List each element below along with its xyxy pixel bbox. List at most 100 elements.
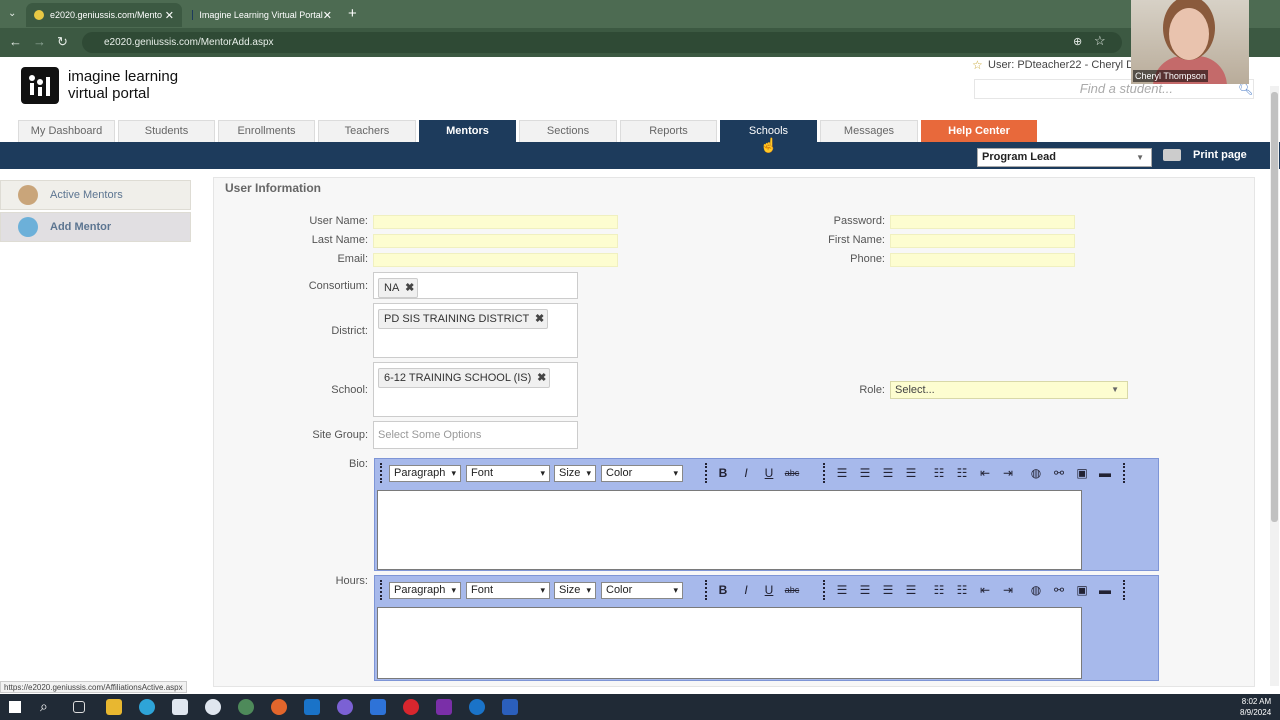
windows-start-icon[interactable]	[9, 701, 21, 713]
numbered-list-icon[interactable]: ☷	[953, 465, 971, 482]
justify-icon[interactable]: ☰	[902, 465, 920, 482]
sidebar-item-active-mentors[interactable]: Active Mentors	[0, 180, 191, 210]
outdent-icon[interactable]: ⇤	[976, 582, 994, 599]
back-icon[interactable]: ←	[9, 34, 22, 49]
taskbar-clock[interactable]: 8:02 AM 8/9/2024	[1240, 696, 1271, 718]
strikethrough-button[interactable]: abc	[783, 465, 801, 482]
firstname-input[interactable]	[890, 234, 1075, 248]
teams-icon[interactable]	[337, 699, 353, 715]
tab-search-icon[interactable]: ⌄	[8, 8, 16, 19]
onenote-icon[interactable]	[436, 699, 452, 715]
hours-textarea[interactable]	[377, 607, 1082, 679]
url-field[interactable]: e2020.geniussis.com/MentorAdd.aspx	[82, 32, 1122, 53]
align-left-icon[interactable]: ☰	[833, 582, 851, 599]
close-tab-icon[interactable]: ✕	[165, 9, 174, 22]
bold-button[interactable]: B	[714, 465, 732, 482]
link-icon[interactable]: ◍	[1027, 465, 1045, 482]
outdent-icon[interactable]: ⇤	[976, 465, 994, 482]
bold-button[interactable]: B	[714, 582, 732, 599]
forward-icon[interactable]: →	[33, 34, 46, 49]
image-icon[interactable]: ▣	[1073, 582, 1091, 599]
color-select[interactable]: Color ▾	[601, 582, 683, 599]
edge-icon[interactable]	[139, 699, 155, 715]
unlink-icon[interactable]: ⚯	[1050, 582, 1068, 599]
task-view-icon[interactable]	[73, 701, 85, 713]
indent-icon[interactable]: ⇥	[999, 465, 1017, 482]
align-right-icon[interactable]: ☰	[879, 582, 897, 599]
page-scrollbar-thumb[interactable]	[1271, 92, 1278, 522]
remove-chip-icon[interactable]: ✖	[537, 369, 546, 387]
tab-reports[interactable]: Reports	[620, 120, 717, 142]
app-icon[interactable]	[370, 699, 386, 715]
district-multiselect[interactable]: PD SIS TRAINING DISTRICT ✖	[373, 303, 578, 358]
outlook-icon[interactable]	[304, 699, 320, 715]
indent-icon[interactable]: ⇥	[999, 582, 1017, 599]
size-select[interactable]: Size ▾	[554, 582, 596, 599]
chrome-active-icon[interactable]	[238, 699, 254, 715]
remove-chip-icon[interactable]: ✖	[535, 310, 544, 328]
bio-textarea[interactable]	[377, 490, 1082, 570]
numbered-list-icon[interactable]: ☷	[953, 582, 971, 599]
chrome-icon[interactable]	[205, 699, 221, 715]
username-input[interactable]	[373, 215, 618, 229]
italic-button[interactable]: I	[737, 582, 755, 599]
reload-icon[interactable]: ↻	[57, 34, 68, 50]
tab-messages[interactable]: Messages	[820, 120, 918, 142]
sitegroup-multiselect[interactable]: Select Some Options	[373, 421, 578, 449]
unlink-icon[interactable]: ⚯	[1050, 465, 1068, 482]
bullet-list-icon[interactable]: ☷	[930, 582, 948, 599]
school-multiselect[interactable]: 6-12 TRAINING SCHOOL (IS) ✖	[373, 362, 578, 417]
print-page-button[interactable]: Print page	[1163, 149, 1247, 162]
role-select[interactable]: Select... ▼	[890, 381, 1128, 399]
justify-icon[interactable]: ☰	[902, 582, 920, 599]
bullet-list-icon[interactable]: ☷	[930, 465, 948, 482]
font-select[interactable]: Font ▾	[466, 582, 550, 599]
sidebar-item-add-mentor[interactable]: Add Mentor	[0, 212, 191, 242]
new-tab-button[interactable]: +	[348, 5, 357, 22]
link-icon[interactable]: ◍	[1027, 582, 1045, 599]
outlook-alt-icon[interactable]	[469, 699, 485, 715]
password-input[interactable]	[890, 215, 1075, 229]
bookmark-star-icon[interactable]: ☆	[1094, 33, 1106, 49]
close-tab-icon[interactable]: ✕	[323, 9, 332, 22]
acrobat-icon[interactable]	[403, 699, 419, 715]
firefox-icon[interactable]	[271, 699, 287, 715]
zoom-icon[interactable]: ⊕	[1073, 35, 1082, 48]
tab-mentors[interactable]: Mentors	[419, 120, 516, 142]
program-role-select[interactable]: Program Lead ▼	[977, 148, 1152, 167]
underline-button[interactable]: U	[760, 582, 778, 599]
align-right-icon[interactable]: ☰	[879, 465, 897, 482]
search-icon[interactable]: ⌕	[40, 698, 48, 715]
browser-tab-mentoradd[interactable]: e2020.geniussis.com/MentorA ✕	[26, 3, 182, 27]
tab-students[interactable]: Students	[118, 120, 215, 142]
underline-button[interactable]: U	[760, 465, 778, 482]
tab-help-center[interactable]: Help Center	[921, 120, 1037, 142]
size-select[interactable]: Size ▾	[554, 465, 596, 482]
word-icon[interactable]	[502, 699, 518, 715]
align-left-icon[interactable]: ☰	[833, 465, 851, 482]
browser-tab-portal[interactable]: Imagine Learning Virtual Portal ✕	[184, 3, 340, 27]
remove-chip-icon[interactable]: ✖	[405, 279, 414, 297]
strikethrough-button[interactable]: abc	[783, 582, 801, 599]
tab-enrollments[interactable]: Enrollments	[218, 120, 315, 142]
color-select[interactable]: Color ▾	[601, 465, 683, 482]
search-icon[interactable]: 🔍︎	[1238, 82, 1253, 96]
paragraph-select[interactable]: Paragraph ▾	[389, 582, 461, 599]
lastname-input[interactable]	[373, 234, 618, 248]
horizontal-rule-icon[interactable]: ▬	[1096, 582, 1114, 599]
horizontal-rule-icon[interactable]: ▬	[1096, 465, 1114, 482]
consortium-multiselect[interactable]: NA ✖	[373, 272, 578, 299]
store-icon[interactable]	[172, 699, 188, 715]
file-explorer-icon[interactable]	[106, 699, 122, 715]
image-icon[interactable]: ▣	[1073, 465, 1091, 482]
align-center-icon[interactable]: ☰	[856, 582, 874, 599]
tab-teachers[interactable]: Teachers	[318, 120, 416, 142]
tab-sections[interactable]: Sections	[519, 120, 617, 142]
favorite-star-icon[interactable]: ☆	[972, 58, 983, 72]
italic-button[interactable]: I	[737, 465, 755, 482]
email-input[interactable]	[373, 253, 618, 267]
font-select[interactable]: Font ▾	[466, 465, 550, 482]
tab-my-dashboard[interactable]: My Dashboard	[18, 120, 115, 142]
phone-input[interactable]	[890, 253, 1075, 267]
paragraph-select[interactable]: Paragraph ▾	[389, 465, 461, 482]
